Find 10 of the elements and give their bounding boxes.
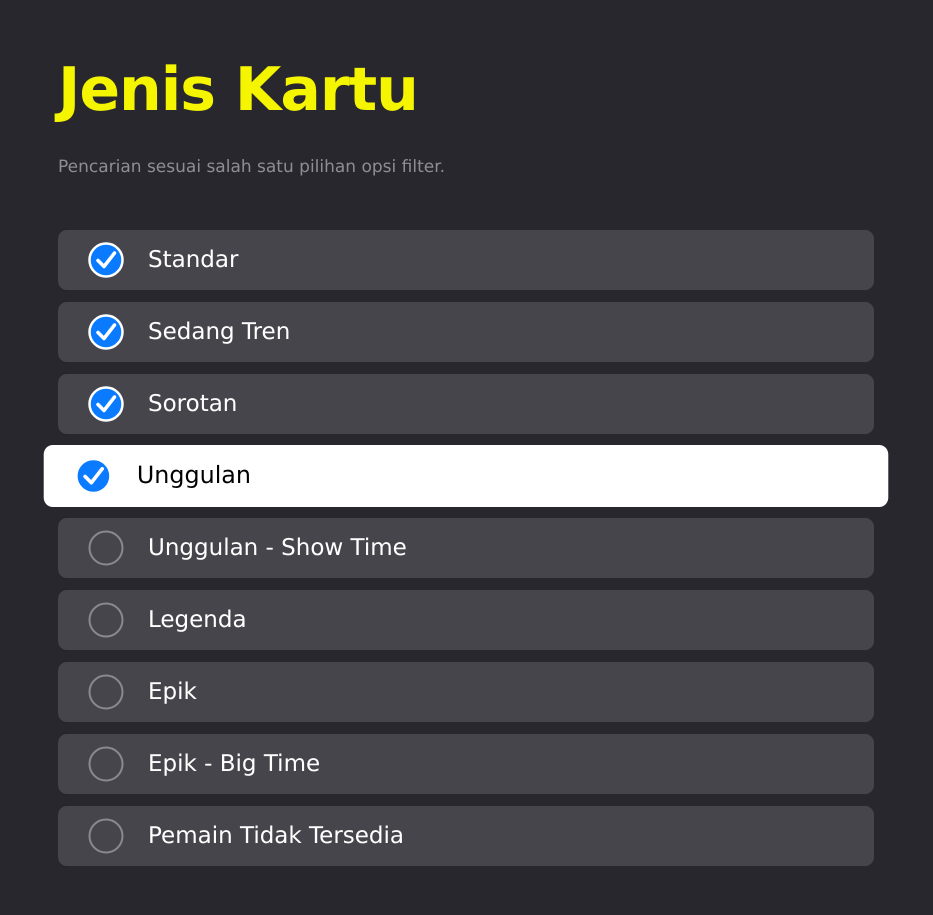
filter-option[interactable]: Unggulan - Show Time bbox=[58, 518, 874, 578]
filter-option[interactable]: Sedang Tren bbox=[58, 302, 874, 362]
filter-option[interactable]: Epik - Big Time bbox=[58, 734, 874, 794]
page-subtitle: Pencarian sesuai salah satu pilihan opsi filter. bbox=[58, 156, 446, 178]
filter-option[interactable]: Sorotan bbox=[58, 374, 874, 434]
filter-option[interactable]: Standar bbox=[58, 230, 874, 290]
filter-option[interactable]: Legenda bbox=[58, 590, 874, 650]
filter-option[interactable]: Unggulan bbox=[44, 444, 888, 508]
filter-option[interactable]: Epik bbox=[58, 662, 874, 722]
filter-option[interactable]: Pemain Tidak Tersedia bbox=[58, 806, 874, 866]
